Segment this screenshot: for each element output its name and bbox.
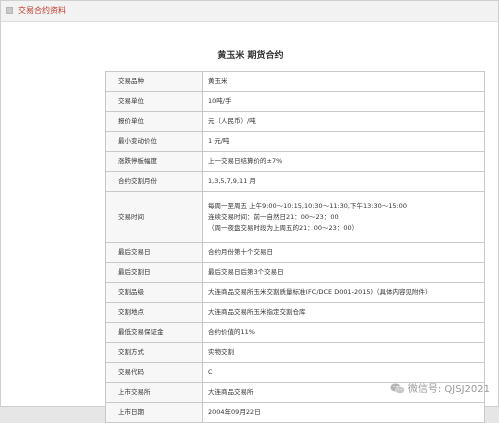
table-row: 上市日期 2004年09月22日 [105,402,485,423]
row-label: 最后交割日 [105,262,203,283]
row-label: 交割方式 [105,342,203,363]
row-label: 最低交易保证金 [105,322,203,343]
table-row: 交割方式 实物交割 [105,342,485,363]
panel-title: 交易合约资料 [18,6,66,15]
table-row: 最低交易保证金 合约价值的11% [105,322,485,343]
document-icon [6,7,13,14]
row-label: 报价单位 [105,111,203,132]
trading-hours-note: （周一夜盘交易时段为上周五的21：00～23：00） [208,223,359,232]
row-label: 最后交易日 [105,242,203,263]
table-row: 最后交割日 最后交易日后第3个交易日 [105,262,485,283]
row-value: 1,3,5,7,9,11 月 [202,171,485,192]
table-row: 交易单位 10吨/手 [105,91,485,112]
row-label: 交易单位 [105,91,203,112]
row-value: 大连商品交易所玉米指定交割仓库 [202,302,485,323]
table-row: 最后交易日 合约月份第十个交易日 [105,242,485,263]
row-value: 1 元/吨 [202,131,485,152]
row-label: 合约交割月份 [105,171,203,192]
row-value: 合约价值的11% [202,322,485,343]
row-label: 涨跌停板幅度 [105,151,203,172]
row-label: 交易品种 [105,71,203,92]
table-row: 涨跌停板幅度 上一交易日结算价的±7% [105,151,485,172]
row-label: 上市交易所 [105,382,203,403]
wechat-icon [390,383,405,394]
contract-spec-table: 交易品种 黄玉米 交易单位 10吨/手 报价单位 元（人民币）/吨 最小变动价位… [105,71,485,423]
trading-hours-value: 每周一至周五 上午9:00～10:15,10:30～11:30,下午13:30～… [202,191,485,243]
row-value: 合约月份第十个交易日 [202,242,485,263]
row-value: 10吨/手 [202,91,485,112]
panel-header: 交易合约资料 [1,1,498,22]
table-row: 交易品种 黄玉米 [105,71,485,92]
row-label: 交割地点 [105,302,203,323]
trading-hours-night: 连续交易时间：前一自然日21：00～23：00 [208,212,339,221]
trading-hours-day: 每周一至周五 上午9:00～10:15,10:30～11:30,下午13:30～… [208,201,407,210]
contract-title: 黄玉米 期货合约 [217,51,284,61]
row-value: 上一交易日结算价的±7% [202,151,485,172]
watermark-text: 微信号: QJSJ2021 [407,384,490,395]
row-value: 大连商品交易所玉米交割质量标准(FC/DCE D001-2015)（具体内容见附… [202,282,485,303]
row-label: 最小变动价位 [105,131,203,152]
table-row: 报价单位 元（人民币）/吨 [105,111,485,132]
content-frame: 交易合约资料 黄玉米 期货合约 交易品种 黄玉米 交易单位 10吨/手 报价单位… [0,0,499,423]
row-value: 元（人民币）/吨 [202,111,485,132]
row-value: 最后交易日后第3个交易日 [202,262,485,283]
table-row: 合约交割月份 1,3,5,7,9,11 月 [105,171,485,192]
table-row: 交易时间 每周一至周五 上午9:00～10:15,10:30～11:30,下午1… [105,191,485,243]
table-row: 交割品级 大连商品交易所玉米交割质量标准(FC/DCE D001-2015)（具… [105,282,485,303]
row-value: 2004年09月22日 [202,402,485,423]
row-label: 上市日期 [105,402,203,423]
row-value: 实物交割 [202,342,485,363]
table-row: 交割地点 大连商品交易所玉米指定交割仓库 [105,302,485,323]
row-value: 黄玉米 [202,71,485,92]
watermark: 微信号: QJSJ2021 [390,380,490,395]
row-label: 交易时间 [105,191,203,243]
row-label: 交易代码 [105,362,203,383]
table-row: 最小变动价位 1 元/吨 [105,131,485,152]
row-label: 交割品级 [105,282,203,303]
